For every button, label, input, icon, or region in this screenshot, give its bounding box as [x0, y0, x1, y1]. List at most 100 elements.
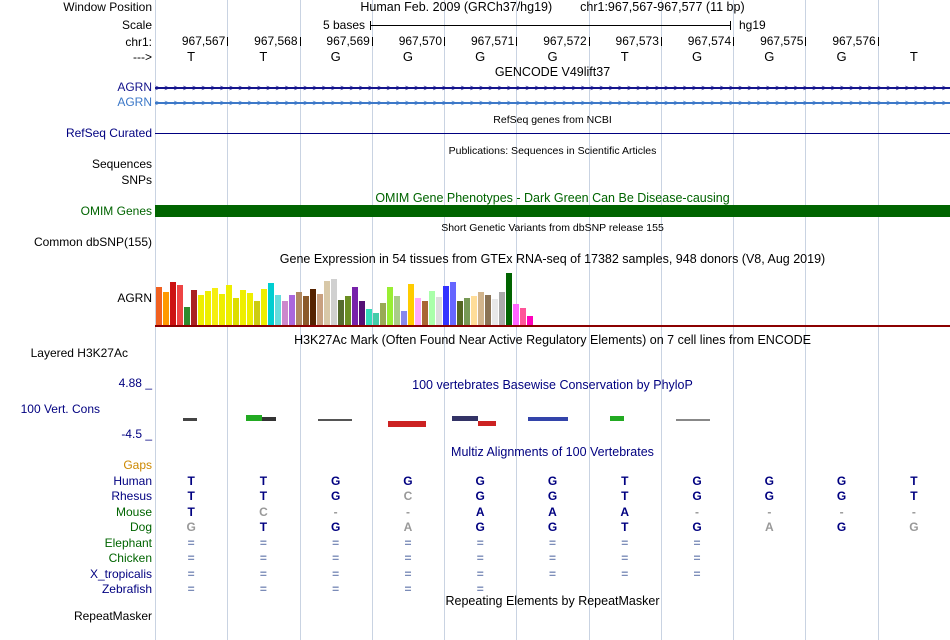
gtex-bar[interactable]	[205, 291, 211, 325]
track-label-layered-h3k27ac[interactable]: Layered H3K27Ac	[0, 347, 128, 360]
gtex-bar[interactable]	[282, 301, 288, 325]
track-label-repeatmasker[interactable]: RepeatMasker	[0, 610, 152, 623]
track-label-gencode-agrn-2[interactable]: AGRN	[0, 96, 152, 109]
gtex-bar[interactable]	[471, 296, 477, 325]
gtex-bar[interactable]	[422, 301, 428, 325]
gtex-bar[interactable]	[457, 301, 463, 325]
track-label-snps[interactable]: SNPs	[0, 174, 152, 187]
track-label-chicken[interactable]: Chicken	[0, 552, 152, 565]
gtex-bar[interactable]	[513, 304, 519, 325]
omim-gene-bar[interactable]	[155, 205, 950, 217]
track-label-human[interactable]: Human	[0, 475, 152, 488]
gtex-bar[interactable]	[289, 295, 295, 325]
gtex-bar[interactable]	[478, 292, 484, 325]
track-label-x-tropicalis[interactable]: X_tropicalis	[0, 568, 152, 581]
gtex-bar[interactable]	[156, 287, 162, 325]
track-label-mouse[interactable]: Mouse	[0, 506, 152, 519]
gtex-title: Gene Expression in 54 tissues from GTEx …	[279, 252, 826, 266]
alignment-base: =	[548, 567, 556, 581]
gtex-bar[interactable]	[359, 301, 365, 325]
track-label-common-dbsnp[interactable]: Common dbSNP(155)	[0, 236, 152, 249]
gtex-bar[interactable]	[499, 292, 505, 325]
gtex-bar[interactable]	[191, 290, 197, 325]
gtex-bar[interactable]	[233, 298, 239, 325]
base-letter: G	[691, 49, 703, 64]
gtex-bar[interactable]	[240, 290, 246, 325]
gtex-bar[interactable]	[429, 291, 435, 325]
gtex-bar[interactable]	[415, 298, 421, 325]
alignment-base: G	[331, 474, 341, 488]
alignment-base: G	[764, 474, 774, 488]
gtex-bar[interactable]	[184, 307, 190, 325]
gtex-bar[interactable]	[275, 295, 281, 325]
gtex-bar[interactable]	[212, 288, 218, 325]
gencode-gene-agrn-transcript-2[interactable]: >>>>>>>>>>>>>>>>>>>>>>>>>>>>>>>>>>>>>>>>…	[155, 98, 950, 108]
gtex-bar[interactable]	[352, 287, 358, 325]
coordinate-label: 967,572	[543, 34, 587, 48]
gtex-bar[interactable]	[366, 309, 372, 325]
gtex-bar[interactable]	[219, 294, 225, 325]
track-label-100-vert-cons[interactable]: 100 Vert. Cons	[0, 403, 100, 416]
publications-subtitle: Publications: Sequences in Scientific Ar…	[448, 145, 657, 157]
gtex-bar[interactable]	[338, 300, 344, 325]
refseq-gene-line[interactable]	[155, 133, 950, 134]
gtex-bar[interactable]	[177, 285, 183, 325]
gtex-bar[interactable]	[401, 311, 407, 325]
gtex-bar[interactable]	[198, 295, 204, 325]
gtex-bar[interactable]	[443, 286, 449, 325]
alignment-base: -	[695, 505, 700, 519]
alignment-base: =	[404, 536, 412, 550]
gtex-bar[interactable]	[345, 296, 351, 325]
track-label-refseq-curated[interactable]: RefSeq Curated	[0, 127, 152, 140]
phylop-mark	[452, 416, 478, 421]
gtex-bar[interactable]	[261, 289, 267, 325]
gtex-bar[interactable]	[520, 308, 526, 325]
alignment-base: T	[621, 474, 629, 488]
alignment-base: G	[547, 474, 558, 488]
track-label-zebrafish[interactable]: Zebrafish	[0, 583, 152, 596]
coordinate-label: 967,568	[254, 34, 298, 48]
gtex-bar[interactable]	[373, 313, 379, 325]
alignment-base: =	[404, 582, 412, 596]
gtex-bar[interactable]	[485, 295, 491, 325]
alignment-base: -	[839, 505, 844, 519]
gtex-bar[interactable]	[436, 297, 442, 325]
gtex-bar[interactable]	[226, 285, 232, 325]
gtex-bar[interactable]	[492, 299, 498, 325]
gtex-baseline	[155, 325, 950, 327]
gtex-bar[interactable]	[324, 281, 330, 325]
gtex-bar[interactable]	[317, 294, 323, 325]
alignment-base: -	[333, 505, 338, 519]
coordinate-label: 967,570	[398, 34, 443, 48]
gtex-bar[interactable]	[254, 301, 260, 325]
gtex-bar[interactable]	[296, 292, 302, 325]
gtex-bar[interactable]	[163, 292, 169, 325]
gtex-bar[interactable]	[247, 293, 253, 325]
alignment-base: T	[187, 474, 195, 488]
track-label-sequences[interactable]: Sequences	[0, 158, 152, 171]
gtex-bar[interactable]	[310, 289, 316, 325]
gtex-bar[interactable]	[527, 316, 533, 325]
gtex-bar[interactable]	[394, 296, 400, 325]
track-label-rhesus[interactable]: Rhesus	[0, 490, 152, 503]
gtex-bar[interactable]	[380, 303, 386, 325]
gtex-bar[interactable]	[408, 284, 414, 325]
gtex-bar[interactable]	[506, 273, 512, 325]
track-label-dog[interactable]: Dog	[0, 521, 152, 534]
track-label-gencode-agrn-1[interactable]: AGRN	[0, 81, 152, 94]
track-label-gtex-agrn[interactable]: AGRN	[0, 292, 152, 305]
gtex-bar[interactable]	[170, 282, 176, 325]
track-label-gaps[interactable]: Gaps	[0, 459, 152, 472]
gencode-gene-agrn-transcript-1[interactable]: >>>>>>>>>>>>>>>>>>>>>>>>>>>>>>>>>>>>>>>>…	[155, 83, 950, 93]
gtex-bar[interactable]	[268, 283, 274, 325]
gtex-bar[interactable]	[464, 298, 470, 325]
alignment-base: T	[910, 489, 918, 503]
gtex-bar[interactable]	[387, 287, 393, 325]
alignment-base: =	[621, 567, 629, 581]
gtex-bar[interactable]	[331, 279, 337, 325]
track-label-omim-genes[interactable]: OMIM Genes	[0, 205, 152, 218]
track-label-elephant[interactable]: Elephant	[0, 537, 152, 550]
alignment-base: =	[332, 551, 340, 565]
gtex-bar[interactable]	[303, 296, 309, 325]
gtex-bar[interactable]	[450, 282, 456, 325]
